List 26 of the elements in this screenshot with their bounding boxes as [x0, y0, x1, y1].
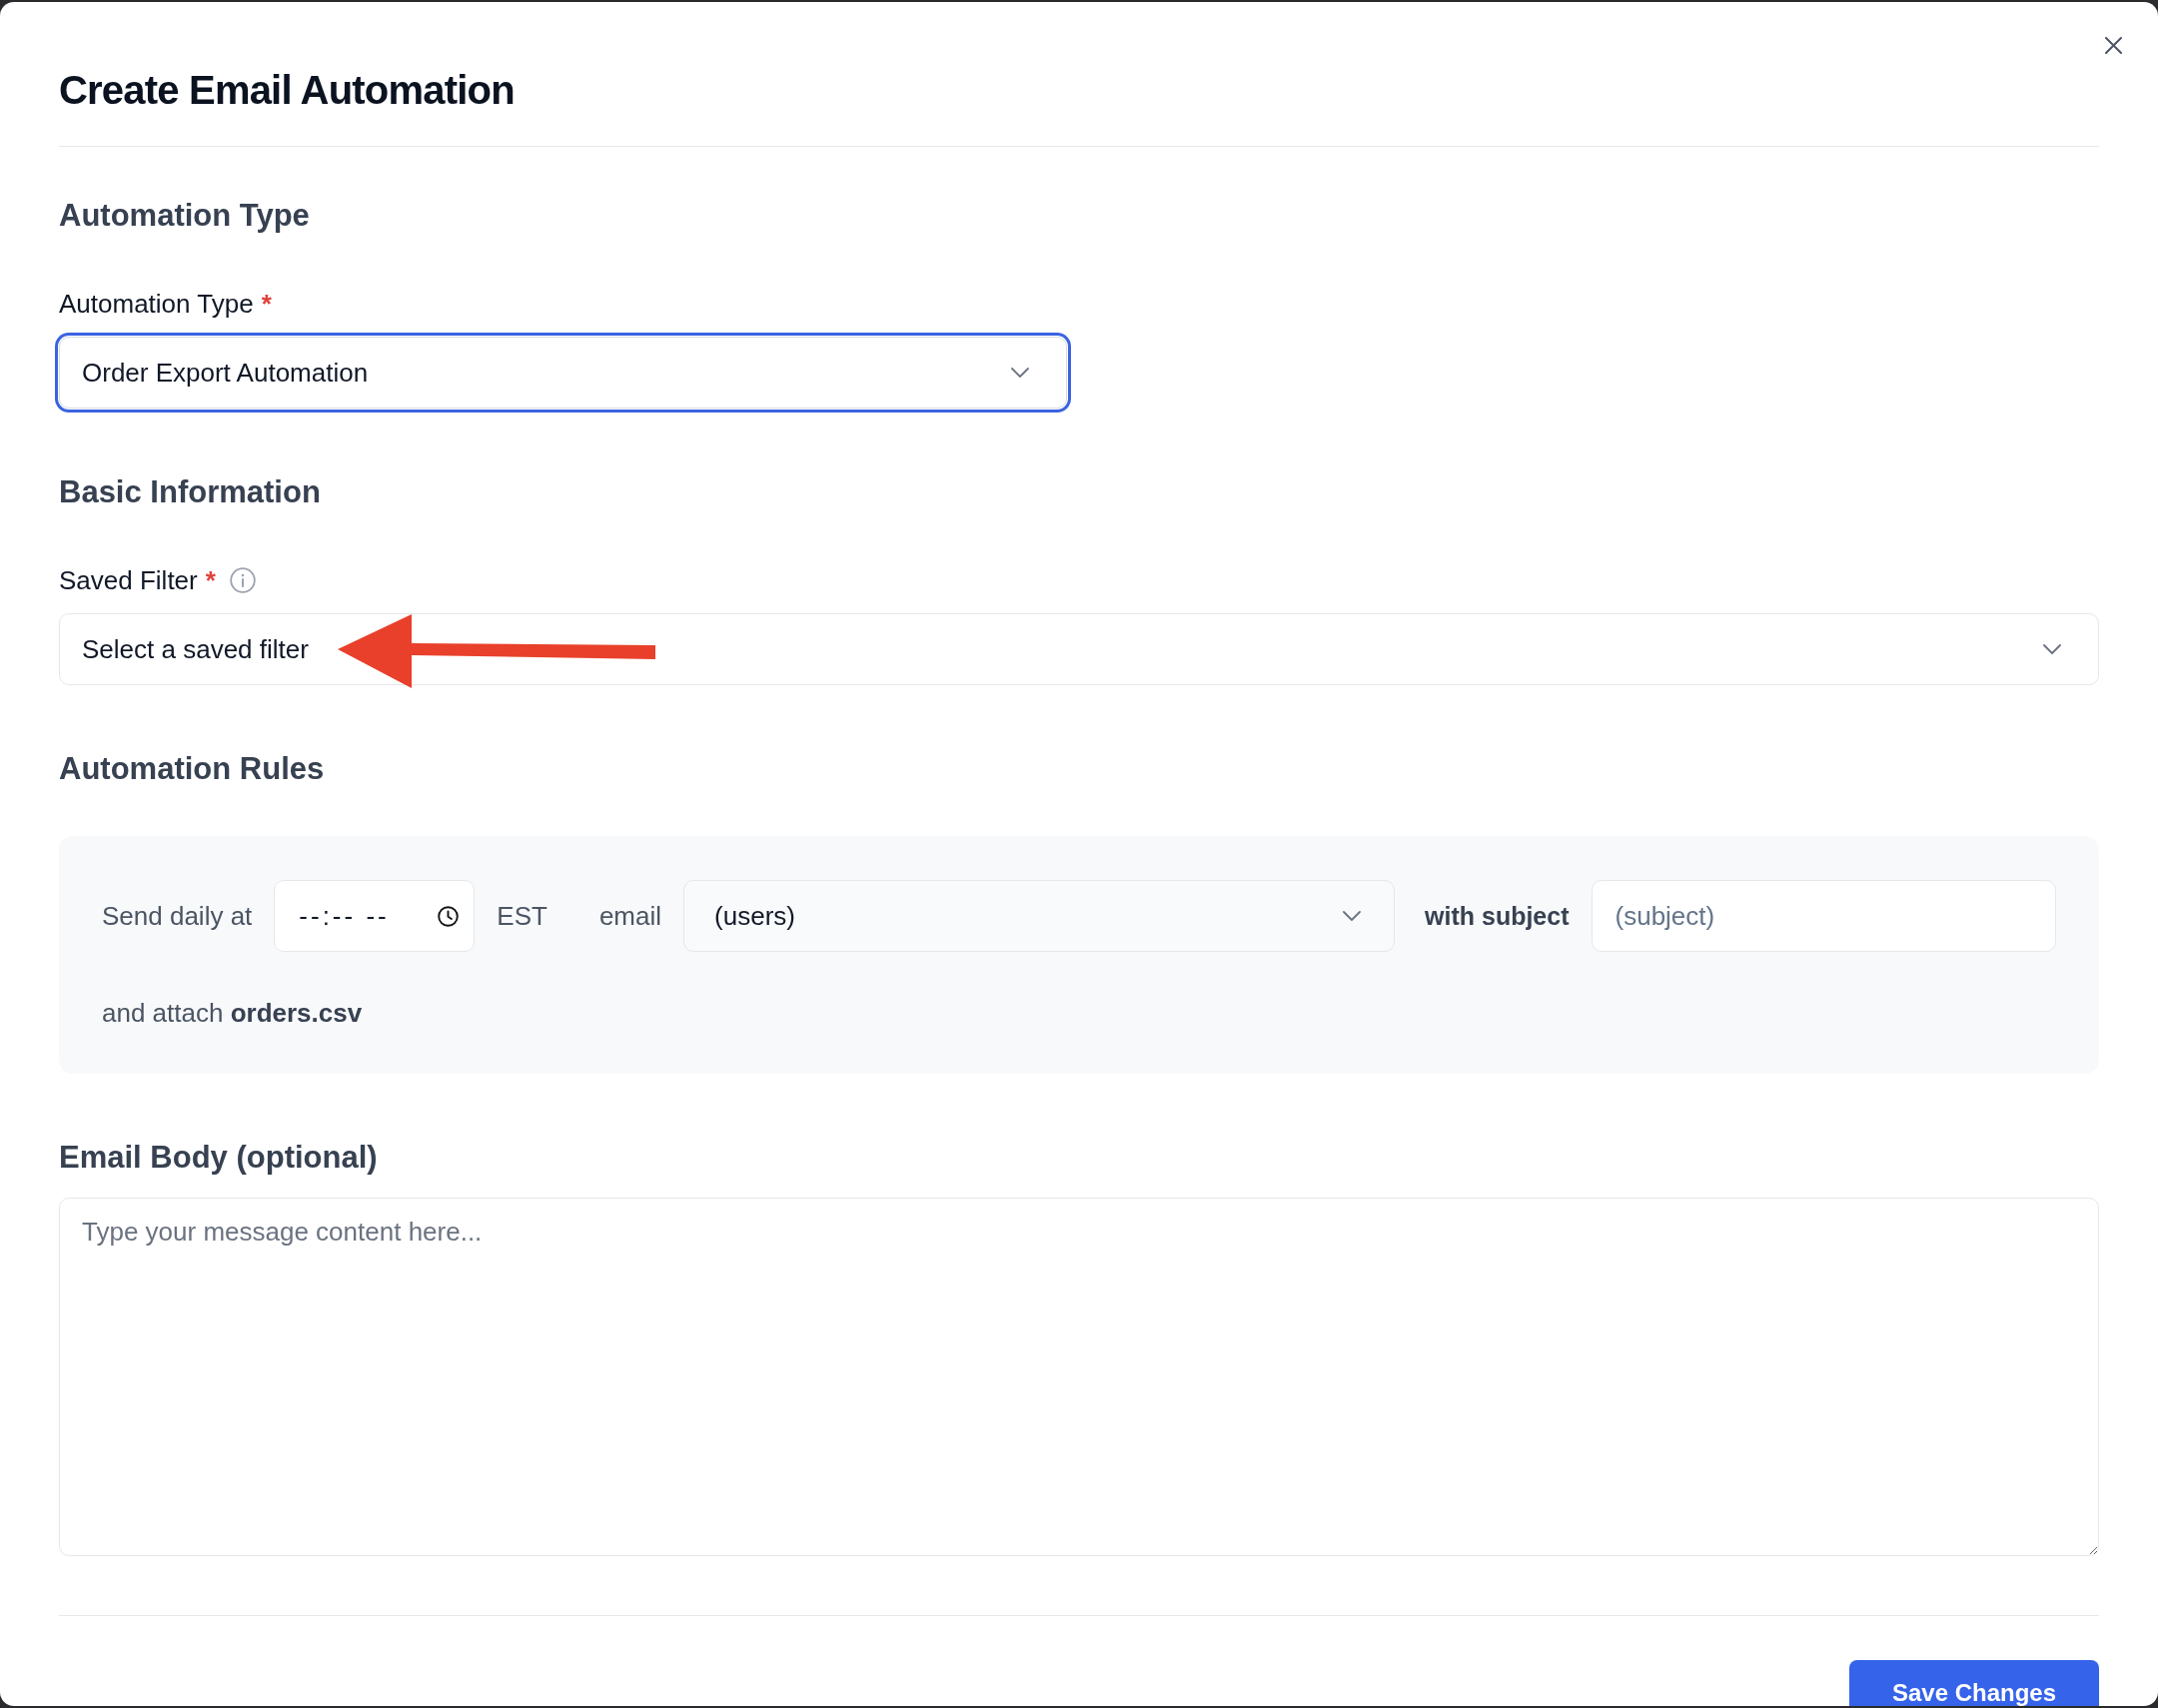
- rule-text: EST: [497, 900, 547, 932]
- field-label: Saved Filter: [59, 564, 198, 596]
- section-heading: Email Body (optional): [59, 1139, 378, 1177]
- message-field[interactable]: Type your message content here...: [59, 1198, 2099, 1556]
- rule-text: and attach orders.csv: [102, 997, 363, 1029]
- close-button[interactable]: [2105, 37, 2122, 54]
- required-mark: *: [205, 564, 216, 596]
- dialog-title: Create Email Automation: [59, 67, 515, 114]
- chevron-down-icon: [1343, 911, 1362, 921]
- saved-filter-select[interactable]: Select a saved filter: [59, 613, 2099, 685]
- close-icon: [2105, 37, 2122, 54]
- rule-text: email: [598, 900, 662, 932]
- time-field[interactable]: --:-- --: [274, 880, 476, 952]
- save-button[interactable]: Save Changes: [1848, 1660, 2099, 1706]
- rule-text: with subject: [1425, 901, 1570, 932]
- rule-text: Send daily at: [102, 900, 253, 932]
- chevron-down-icon: [2043, 644, 2061, 654]
- required-mark: *: [261, 288, 272, 320]
- subject-field[interactable]: (subject): [1591, 880, 2056, 952]
- recipients-select[interactable]: (users): [683, 880, 1396, 952]
- section-heading: Basic Information: [59, 473, 321, 511]
- section-heading: Automation Rules: [59, 750, 325, 788]
- chevron-down-icon: [1011, 368, 1029, 378]
- section-heading: Automation Type: [59, 197, 310, 235]
- field-label: Automation Type: [59, 288, 254, 320]
- clock-icon[interactable]: [438, 905, 460, 927]
